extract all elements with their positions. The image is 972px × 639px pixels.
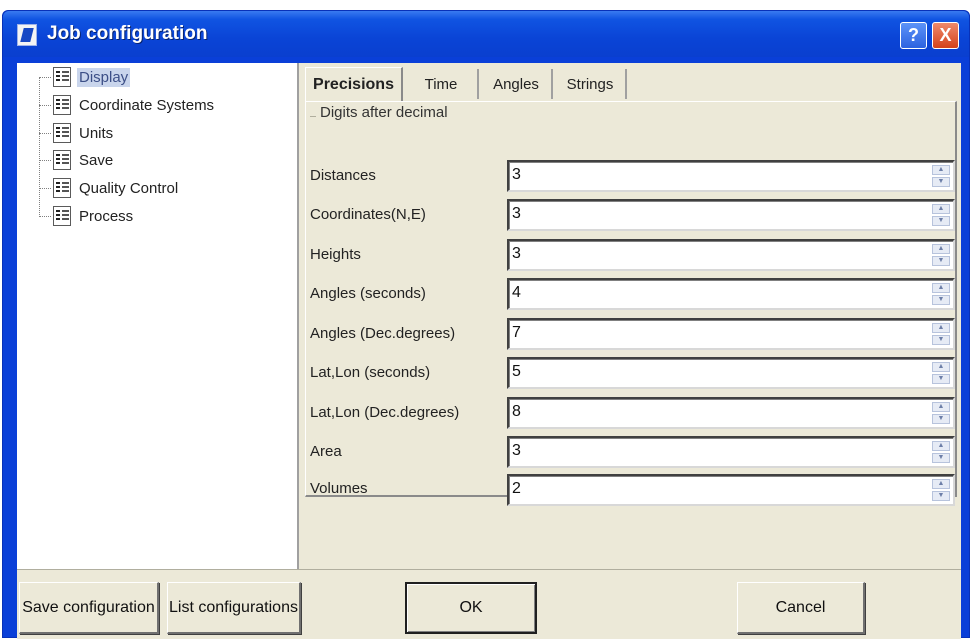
spin-up-button[interactable]: ▲ bbox=[932, 479, 950, 489]
spinbox-value: 5 bbox=[512, 363, 521, 380]
list-icon bbox=[53, 178, 71, 198]
spin-buttons: ▲ ▼ bbox=[932, 479, 950, 501]
spin-down-button[interactable]: ▼ bbox=[932, 491, 950, 501]
ok-button[interactable]: OK bbox=[405, 582, 537, 634]
distances-spinbox[interactable]: 3 ▲ ▼ bbox=[507, 160, 955, 192]
tree-item-label: Process bbox=[79, 207, 134, 225]
spin-buttons: ▲ ▼ bbox=[932, 323, 950, 345]
list-icon bbox=[53, 67, 71, 87]
tree-connector bbox=[39, 159, 51, 161]
spin-down-button[interactable]: ▼ bbox=[932, 414, 950, 424]
spin-buttons: ▲ ▼ bbox=[932, 204, 950, 226]
spinbox-value: 3 bbox=[512, 166, 521, 183]
spin-down-button[interactable]: ▼ bbox=[932, 295, 950, 305]
list-icon bbox=[53, 123, 71, 143]
cancel-button[interactable]: Cancel bbox=[737, 582, 865, 634]
spin-up-button[interactable]: ▲ bbox=[932, 165, 950, 175]
angles-dec-degrees-label: Angles (Dec.degrees) bbox=[310, 325, 456, 342]
window-title: Job configuration bbox=[47, 23, 208, 44]
area-spinbox[interactable]: 3 ▲ ▼ bbox=[507, 436, 955, 468]
spinbox-value: 3 bbox=[512, 205, 521, 222]
tree-item-label: Coordinate Systems bbox=[79, 96, 215, 114]
spin-up-button[interactable]: ▲ bbox=[932, 244, 950, 254]
spin-buttons: ▲ ▼ bbox=[932, 362, 950, 384]
tree-item-units[interactable]: Units bbox=[39, 120, 289, 146]
volumes-spinbox[interactable]: 2 ▲ ▼ bbox=[507, 474, 955, 506]
spinbox-value: 3 bbox=[512, 245, 521, 262]
volumes-label: Volumes bbox=[310, 480, 368, 497]
angles-seconds-spinbox[interactable]: 4 ▲ ▼ bbox=[507, 278, 955, 310]
tree-connector bbox=[39, 76, 51, 78]
tree-item-save[interactable]: Save bbox=[39, 147, 289, 173]
spin-down-button[interactable]: ▼ bbox=[932, 256, 950, 266]
spinbox-value: 3 bbox=[512, 442, 521, 459]
spin-buttons: ▲ ▼ bbox=[932, 244, 950, 266]
latlon-dec-degrees-label: Lat,Lon (Dec.degrees) bbox=[310, 404, 460, 421]
coordinates-spinbox[interactable]: 3 ▲ ▼ bbox=[507, 199, 955, 231]
tree-connector bbox=[39, 132, 51, 134]
spinbox-value: 8 bbox=[512, 403, 521, 420]
tree-item-process[interactable]: Process bbox=[39, 203, 289, 229]
heights-spinbox[interactable]: 3 ▲ ▼ bbox=[507, 239, 955, 271]
spinbox-value: 2 bbox=[512, 480, 521, 497]
distances-label: Distances bbox=[310, 167, 376, 184]
angles-seconds-label: Angles (seconds) bbox=[310, 285, 426, 302]
tab-control: Precisions Time Angles Strings Digits af… bbox=[305, 67, 957, 506]
tab-time[interactable]: Time bbox=[405, 69, 479, 99]
save-configuration-button[interactable]: Save configuration bbox=[19, 582, 159, 634]
tree-item-quality-control[interactable]: Quality Control bbox=[39, 175, 289, 201]
tree-item-label: Display bbox=[77, 67, 131, 87]
spin-buttons: ▲ ▼ bbox=[932, 441, 950, 463]
precisions-panel: Digits after decimal Distances 3 ▲ ▼ Coor… bbox=[305, 101, 957, 506]
spin-up-button[interactable]: ▲ bbox=[932, 283, 950, 293]
tree-connector bbox=[39, 104, 51, 106]
category-tree: Display Coordinate Systems Units Save Qu bbox=[17, 63, 299, 569]
tree-item-label: Save bbox=[79, 151, 114, 169]
spin-up-button[interactable]: ▲ bbox=[932, 441, 950, 451]
latlon-seconds-label: Lat,Lon (seconds) bbox=[310, 364, 431, 381]
list-icon bbox=[53, 95, 71, 115]
coordinates-label: Coordinates(N,E) bbox=[310, 206, 426, 223]
spin-down-button[interactable]: ▼ bbox=[932, 177, 950, 187]
group-border bbox=[310, 116, 316, 117]
button-bar: Save configuration List configurations O… bbox=[17, 569, 961, 639]
list-configurations-button[interactable]: List configurations bbox=[167, 582, 301, 634]
help-button[interactable]: ? bbox=[900, 22, 927, 49]
latlon-dec-degrees-spinbox[interactable]: 8 ▲ ▼ bbox=[507, 397, 955, 429]
list-icon bbox=[53, 206, 71, 226]
tree-item-label: Quality Control bbox=[79, 179, 179, 197]
job-configuration-window: Job configuration ? X Display Coordinate… bbox=[2, 10, 970, 639]
spin-down-button[interactable]: ▼ bbox=[932, 216, 950, 226]
tab-angles[interactable]: Angles bbox=[481, 69, 553, 99]
spin-buttons: ▲ ▼ bbox=[932, 283, 950, 305]
spinbox-value: 7 bbox=[512, 324, 521, 341]
tree-connector bbox=[39, 215, 51, 217]
group-title: Digits after decimal bbox=[320, 104, 448, 121]
tree-connector bbox=[39, 187, 51, 189]
spin-down-button[interactable]: ▼ bbox=[932, 374, 950, 384]
latlon-seconds-spinbox[interactable]: 5 ▲ ▼ bbox=[507, 357, 955, 389]
app-logo-icon bbox=[17, 24, 37, 46]
angles-dec-degrees-spinbox[interactable]: 7 ▲ ▼ bbox=[507, 318, 955, 350]
spin-up-button[interactable]: ▲ bbox=[932, 204, 950, 214]
tree-item-label: Units bbox=[79, 124, 114, 142]
spin-down-button[interactable]: ▼ bbox=[932, 453, 950, 463]
spin-buttons: ▲ ▼ bbox=[932, 402, 950, 424]
tree-item-display[interactable]: Display bbox=[39, 64, 289, 90]
area-label: Area bbox=[310, 443, 342, 460]
spin-down-button[interactable]: ▼ bbox=[932, 335, 950, 345]
heights-label: Heights bbox=[310, 246, 361, 263]
close-button[interactable]: X bbox=[932, 22, 959, 49]
list-icon bbox=[53, 150, 71, 170]
spin-up-button[interactable]: ▲ bbox=[932, 362, 950, 372]
spinbox-value: 4 bbox=[512, 284, 521, 301]
tree-item-coordinate-systems[interactable]: Coordinate Systems bbox=[39, 92, 289, 118]
spin-up-button[interactable]: ▲ bbox=[932, 323, 950, 333]
tab-strings[interactable]: Strings bbox=[555, 69, 627, 99]
title-bar[interactable]: Job configuration ? X bbox=[3, 11, 969, 57]
tab-precisions[interactable]: Precisions bbox=[305, 67, 403, 101]
spin-buttons: ▲ ▼ bbox=[932, 165, 950, 187]
spin-up-button[interactable]: ▲ bbox=[932, 402, 950, 412]
dialog-body: Display Coordinate Systems Units Save Qu bbox=[17, 63, 961, 639]
